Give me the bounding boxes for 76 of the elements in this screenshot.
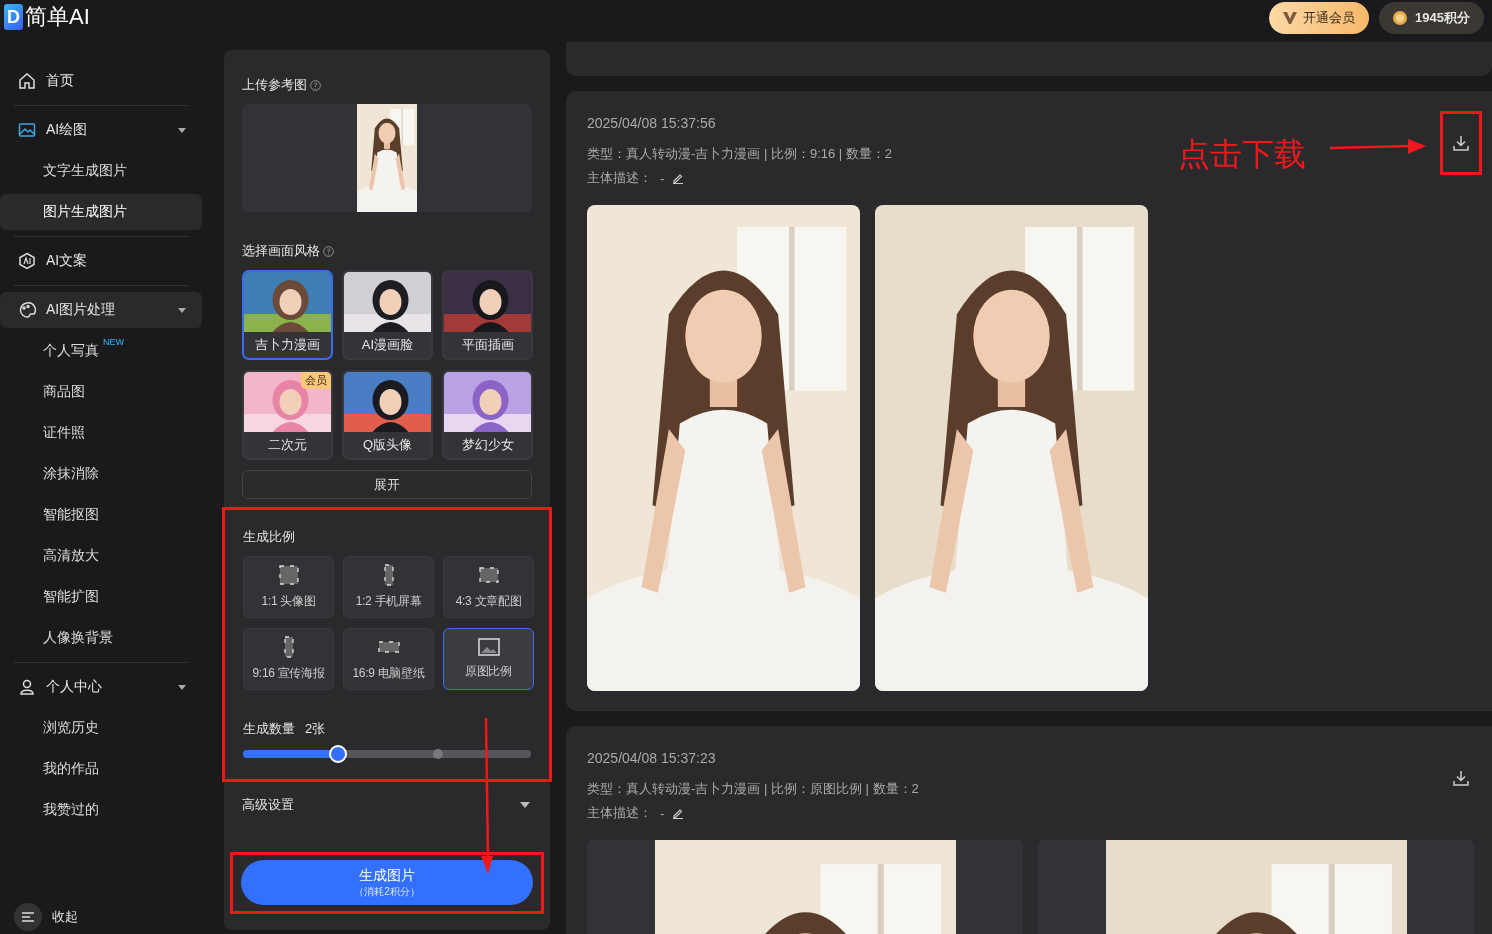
count-value: 2张 (305, 720, 326, 738)
frame-icon (277, 564, 300, 586)
download-icon[interactable] (1452, 134, 1470, 152)
ratio-option[interactable]: 1:2 手机屏幕 (343, 556, 434, 618)
style-option[interactable]: Q版头像 (342, 370, 433, 460)
sidebar-item[interactable]: 人像换背景 (0, 620, 202, 656)
download-icon[interactable] (1452, 769, 1470, 787)
logo-mark: D (4, 4, 23, 30)
ratio-option[interactable]: 4:3 文章配图 (443, 556, 534, 618)
subject-value: - (660, 170, 665, 186)
sidebar-item[interactable]: 证件照 (0, 415, 202, 451)
generate-button[interactable]: 生成图片 （消耗2积分） (241, 860, 533, 905)
home-icon (18, 72, 36, 90)
sidebar-item[interactable]: 我赞过的 (0, 792, 202, 828)
points-badge[interactable]: 1945积分 (1379, 2, 1484, 34)
sidebar-item[interactable]: 涂抹消除 (0, 456, 202, 492)
collapse-button[interactable] (14, 903, 42, 931)
v-icon (1283, 12, 1298, 24)
collapse-icon (21, 911, 35, 923)
sidebar-item[interactable]: AI绘图 (0, 112, 202, 148)
logo-text: 简单AI (25, 3, 90, 31)
sidebar-item[interactable]: 个人中心 (0, 669, 202, 705)
vip-button[interactable]: 开通会员 (1269, 2, 1370, 34)
sidebar-item[interactable]: 商品图 (0, 374, 202, 410)
pencil-icon (672, 172, 685, 184)
sidebar-item[interactable]: 智能抠图 (0, 497, 202, 533)
sidebar-item[interactable]: AI文案 (0, 243, 202, 279)
hexagon-icon (18, 252, 36, 270)
sidebar-item[interactable]: 图片生成图片 (0, 194, 202, 230)
ratio-option[interactable]: 9:16 宣传海报 (243, 628, 334, 690)
ratio-option[interactable]: 原图比例 (443, 628, 534, 690)
section-title: 生成比例 (243, 528, 295, 546)
sidebar-item[interactable]: 首页 (0, 63, 202, 99)
sidebar-item[interactable]: 智能扩图 (0, 579, 202, 615)
sidebar-item[interactable]: AI图片处理 (0, 292, 202, 328)
upload-area[interactable] (242, 104, 532, 212)
style-option[interactable]: 会员 二次元 (242, 370, 333, 460)
image-icon (18, 121, 36, 139)
style-option[interactable]: AI漫画脸 (342, 270, 433, 360)
sidebar-item[interactable]: 文字生成图片 (0, 153, 202, 189)
pencil-icon (672, 807, 685, 819)
timestamp: 2025/04/08 15:37:23 (587, 750, 717, 766)
sidebar-item[interactable]: 浏览历史 (0, 710, 202, 746)
style-option[interactable]: 吉卜力漫画 (242, 270, 333, 360)
section-title: 上传参考图 (242, 76, 307, 94)
collapse-label[interactable]: 收起 (52, 908, 78, 926)
style-option[interactable]: 平面插画 (442, 270, 533, 360)
image-frame[interactable] (587, 840, 1023, 934)
info-text: 类型：真人转动漫-吉卜力漫画 | 比例：原图比例 | 数量：2 (587, 780, 920, 798)
new-label: NEW (103, 337, 124, 347)
points-text: 1945积分 (1415, 9, 1470, 27)
ratio-option[interactable]: 1:1 头像图 (243, 556, 334, 618)
annotation-text: 点击下载 (1178, 135, 1306, 174)
user-icon (18, 678, 36, 696)
subject-label: 主体描述： (587, 804, 652, 822)
info-text: 类型：真人转动漫-吉卜力漫画 | 比例：9:16 | 数量：2 (587, 145, 894, 163)
sidebar-item[interactable]: 个人写真 $^{NEW}$ (0, 333, 202, 369)
advanced-settings[interactable]: 高级设置 (242, 796, 532, 814)
help-icon (323, 245, 334, 257)
image-icon (477, 638, 500, 656)
ratio-option[interactable]: 16:9 电脑壁纸 (343, 628, 434, 690)
help-icon (310, 79, 321, 91)
subject-value: - (660, 805, 665, 821)
sidebar-item[interactable]: 高清放大 (0, 538, 202, 574)
count-slider[interactable] (243, 745, 531, 763)
sidebar-item[interactable]: 我的作品 (0, 751, 202, 787)
count-label: 生成数量 (243, 720, 295, 738)
subject-label: 主体描述： (587, 169, 652, 187)
timestamp: 2025/04/08 15:37:56 (587, 115, 717, 131)
palette-icon (18, 301, 36, 319)
member-badge: 会员 (301, 372, 331, 389)
style-option[interactable]: 梦幻少女 (442, 370, 533, 460)
coin-icon (1393, 11, 1408, 25)
expand-button[interactable]: 展开 (242, 470, 532, 499)
image-frame[interactable] (1038, 840, 1474, 934)
section-title: 选择画面风格 (242, 242, 320, 260)
